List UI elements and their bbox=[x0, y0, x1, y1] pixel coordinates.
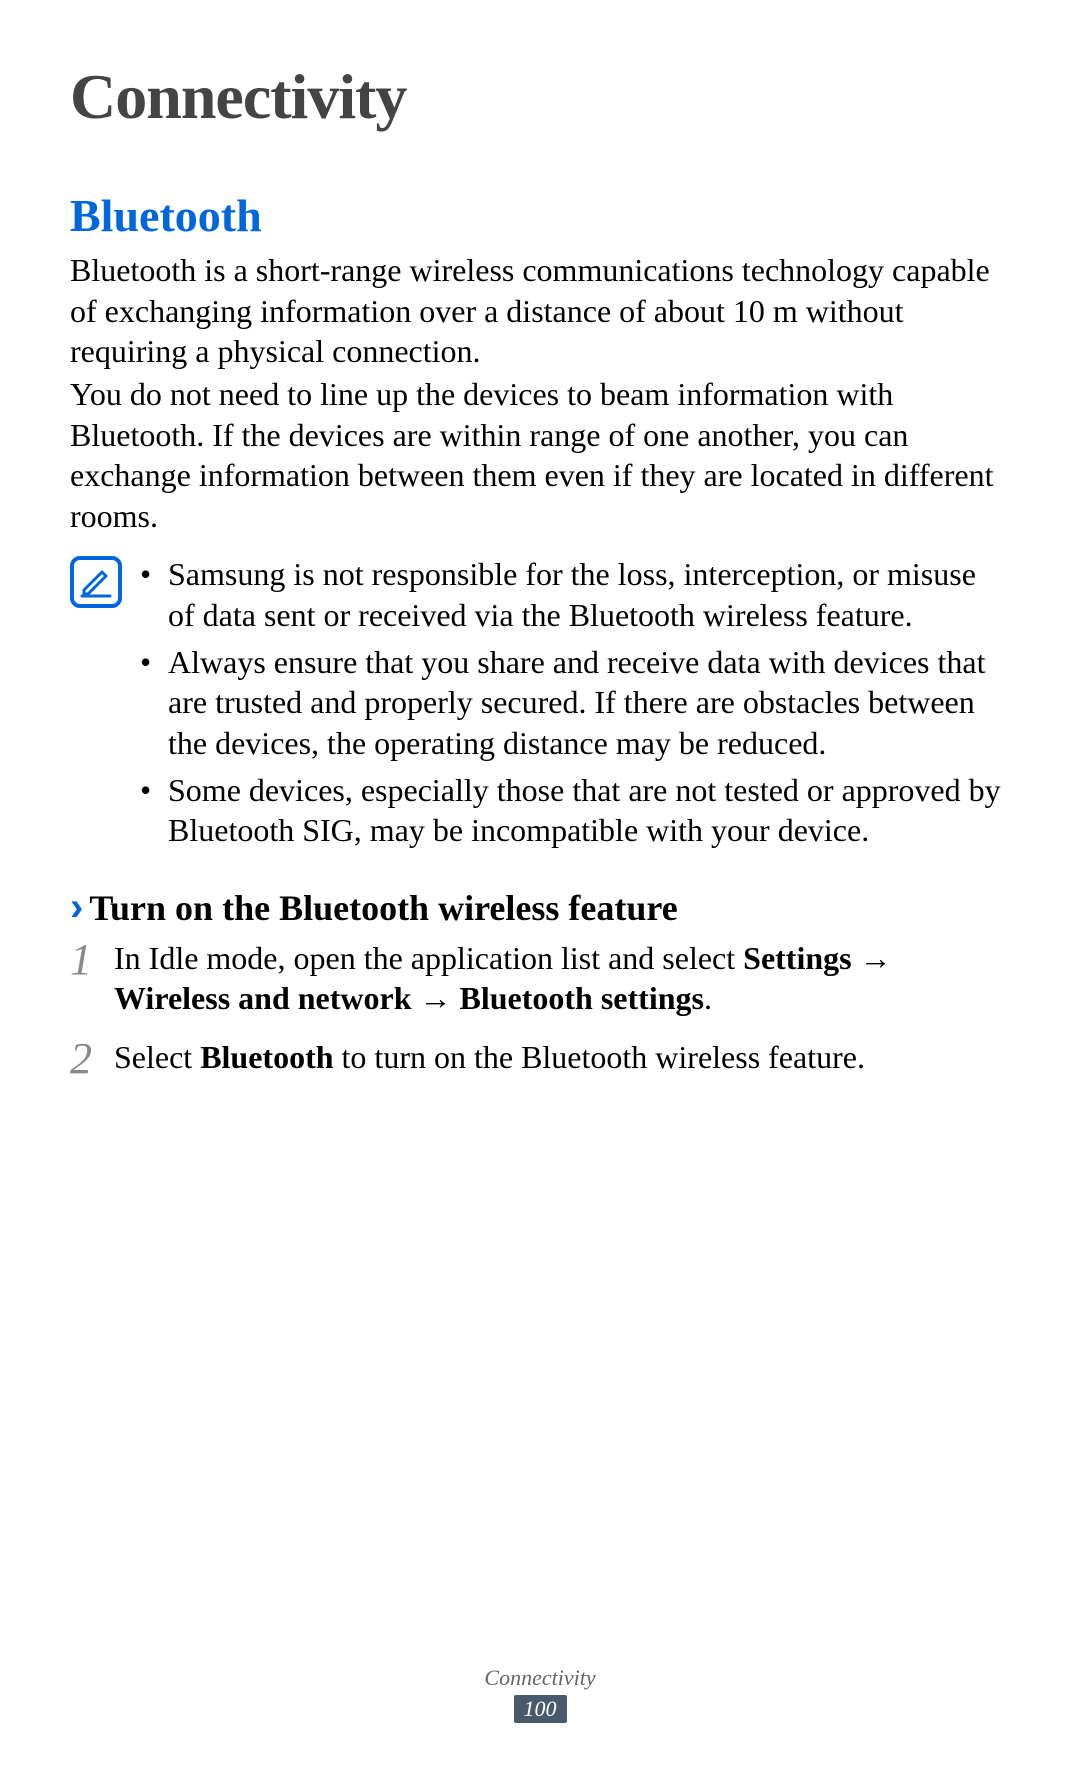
note-block: • Samsung is not responsible for the los… bbox=[70, 554, 1010, 856]
step-number: 2 bbox=[70, 1035, 114, 1081]
step-post: to turn on the Bluetooth wireless featur… bbox=[334, 1039, 865, 1075]
step-arrow: → bbox=[852, 940, 892, 976]
footer-page-number: 100 bbox=[514, 1695, 567, 1723]
step-text: In Idle mode, open the application list … bbox=[114, 936, 1010, 1019]
bullet-icon: • bbox=[140, 554, 168, 635]
step-bold: Bluetooth settings bbox=[460, 980, 704, 1016]
step-arrow: → bbox=[412, 980, 460, 1016]
page-footer: Connectivity 100 bbox=[0, 1665, 1080, 1723]
note-text: Samsung is not responsible for the loss,… bbox=[168, 554, 1010, 635]
note-item: • Always ensure that you share and recei… bbox=[140, 642, 1010, 764]
step-bold: Settings bbox=[743, 940, 851, 976]
note-item: • Samsung is not responsible for the los… bbox=[140, 554, 1010, 635]
step-post: . bbox=[704, 980, 712, 1016]
steps-list: 1 In Idle mode, open the application lis… bbox=[70, 936, 1010, 1081]
step-pre: Select bbox=[114, 1039, 200, 1075]
step-bold: Bluetooth bbox=[200, 1039, 333, 1075]
note-icon bbox=[70, 556, 122, 608]
note-text: Always ensure that you share and receive… bbox=[168, 642, 1010, 764]
section-title: Bluetooth bbox=[70, 189, 1010, 242]
bullet-icon: • bbox=[140, 770, 168, 851]
note-list: • Samsung is not responsible for the los… bbox=[128, 554, 1010, 856]
step-2: 2 Select Bluetooth to turn on the Blueto… bbox=[70, 1035, 1010, 1081]
subsection: › Turn on the Bluetooth wireless feature… bbox=[70, 885, 1010, 1081]
step-pre: In Idle mode, open the application list … bbox=[114, 940, 743, 976]
subsection-header: › Turn on the Bluetooth wireless feature bbox=[70, 885, 1010, 930]
paragraph-2: You do not need to line up the devices t… bbox=[70, 374, 1010, 537]
note-icon-wrap bbox=[70, 554, 128, 856]
paragraph-1: Bluetooth is a short-range wireless comm… bbox=[70, 250, 1010, 372]
subsection-title: Turn on the Bluetooth wireless feature bbox=[89, 887, 677, 929]
step-number: 1 bbox=[70, 936, 114, 1019]
page-title: Connectivity bbox=[70, 60, 1010, 134]
chevron-icon: › bbox=[70, 885, 83, 930]
step-text: Select Bluetooth to turn on the Bluetoot… bbox=[114, 1035, 1010, 1081]
step-bold: Wireless and network bbox=[114, 980, 412, 1016]
bullet-icon: • bbox=[140, 642, 168, 764]
step-1: 1 In Idle mode, open the application lis… bbox=[70, 936, 1010, 1019]
note-text: Some devices, especially those that are … bbox=[168, 770, 1010, 851]
note-item: • Some devices, especially those that ar… bbox=[140, 770, 1010, 851]
footer-section-name: Connectivity bbox=[0, 1665, 1080, 1691]
pencil-note-icon bbox=[78, 564, 114, 600]
